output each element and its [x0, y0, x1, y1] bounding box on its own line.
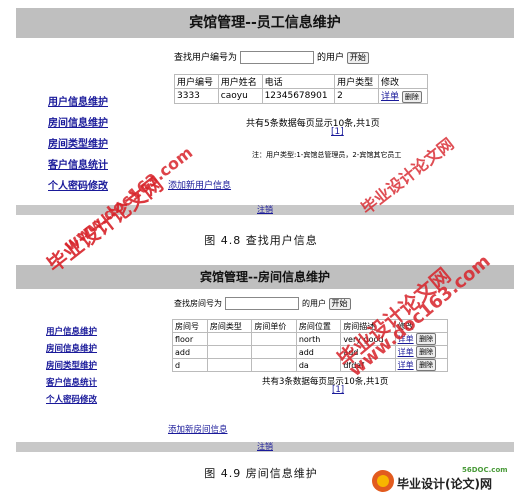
- sidebar-item-room-type[interactable]: 房间类型维护: [46, 359, 97, 371]
- col-header: 用户类型: [334, 74, 379, 89]
- detail-link[interactable]: 详单: [381, 92, 399, 102]
- delete-button[interactable]: 删除: [416, 346, 437, 358]
- cell: [251, 332, 297, 346]
- logo-text: 毕业设计(论文)网: [397, 477, 492, 491]
- cell: add: [172, 345, 208, 359]
- cell: [206, 358, 253, 372]
- sidebar-item-room-info[interactable]: 房间信息维护: [48, 114, 108, 129]
- delete-button[interactable]: 删除: [416, 359, 437, 371]
- search-button[interactable]: 开始: [346, 51, 369, 64]
- page-link[interactable]: [1]: [331, 127, 344, 137]
- sidebar-item-customer-stats[interactable]: 客户信息统计: [48, 156, 108, 171]
- table-header-row: 用户编号 用户姓名 电话 用户类型 修改: [174, 74, 429, 89]
- search-label: 查找房间号为: [174, 299, 222, 308]
- logo-url: 56DOC.com: [462, 466, 508, 474]
- sidebar-item-user-info[interactable]: 用户信息维护: [46, 325, 97, 337]
- cell: caoyu: [217, 88, 263, 104]
- sidebar: 用户信息维护 房间信息维护 房间类型维护 客户信息统计 个人密码修改: [16, 289, 148, 442]
- cell: da: [295, 358, 342, 372]
- sidebar-item-room-type[interactable]: 房间类型维护: [48, 135, 108, 150]
- table-row: 3333 caoyu 12345678901 2 详单 删除: [174, 88, 429, 104]
- main-content: 查找房间号为 的用户 开始 房间号 房间类型 房间单价 房间位置 房间描述 修改 …: [156, 289, 514, 442]
- search-input[interactable]: [240, 51, 315, 64]
- sidebar-item-password[interactable]: 个人密码修改: [46, 393, 97, 405]
- sidebar-item-customer-stats[interactable]: 客户信息统计: [46, 376, 97, 388]
- search-row: 查找房间号为 的用户 开始: [174, 297, 351, 310]
- usertype-note: 注：用户类型:1-宾馆总管理员，2-宾馆其它员工: [252, 151, 402, 159]
- user-info-screen: 宾馆管理--员工信息维护 用户信息维护 房间信息维护 房间类型维护 客户信息统计…: [16, 8, 514, 215]
- logout-link[interactable]: 注销: [16, 442, 514, 452]
- cell: [251, 345, 297, 359]
- cell: d: [172, 358, 208, 372]
- col-header: 房间类型: [206, 319, 253, 333]
- pagination-info: 共有5条数据每页显示10条,共1页: [246, 119, 380, 129]
- search-label: 查找用户编号为: [174, 53, 238, 63]
- user-table: 用户编号 用户姓名 电话 用户类型 修改 3333 caoyu 12345678…: [174, 74, 429, 104]
- sidebar-item-password[interactable]: 个人密码修改: [48, 177, 108, 192]
- detail-link[interactable]: 详单: [398, 361, 414, 370]
- logout-link[interactable]: 注销: [16, 205, 514, 215]
- search-suffix: 的用户: [317, 53, 345, 63]
- col-header: 房间号: [172, 319, 208, 333]
- main-content: 查找用户编号为 的用户 开始 用户编号 用户姓名 电话 用户类型 修改 3333 …: [156, 38, 514, 205]
- page-title: 宾馆管理--员工信息维护: [16, 8, 514, 38]
- sidebar-item-user-info[interactable]: 用户信息维护: [48, 93, 108, 108]
- logo-icon: [372, 470, 394, 492]
- cell-actions: 详单 删除: [377, 88, 429, 104]
- cell: 2: [334, 88, 379, 104]
- sidebar: 用户信息维护 房间信息维护 房间类型维护 客户信息统计 个人密码修改: [16, 38, 148, 205]
- cell: north: [295, 332, 342, 346]
- col-header: 修改: [377, 74, 429, 89]
- cell: [206, 345, 253, 359]
- table-row: d da dfdaf 详单 删除: [172, 358, 449, 372]
- col-header: 房间位置: [295, 319, 342, 333]
- page-link[interactable]: [1]: [332, 385, 344, 395]
- cell: [251, 358, 297, 372]
- sidebar-item-room-info[interactable]: 房间信息维护: [46, 342, 97, 354]
- cell-actions: 详单 删除: [394, 358, 449, 372]
- col-header: 用户姓名: [217, 74, 263, 89]
- cell: 12345678901: [261, 88, 336, 104]
- pagination-info: 共有3条数据每页显示10条,共1页: [262, 377, 389, 387]
- cell: [206, 332, 253, 346]
- add-user-link[interactable]: 添加新用户信息: [168, 178, 231, 191]
- table-row: add add add 详单 删除: [172, 345, 449, 359]
- delete-button[interactable]: 删除: [401, 90, 422, 103]
- site-logo: 56DOC.com 毕业设计(论文)网: [372, 466, 520, 494]
- col-header: 用户编号: [174, 74, 219, 89]
- cell: 3333: [174, 88, 219, 104]
- col-header: 电话: [261, 74, 336, 89]
- search-input[interactable]: [225, 297, 299, 310]
- cell: floor: [172, 332, 208, 346]
- delete-button[interactable]: 删除: [416, 333, 437, 345]
- cell-actions: 详单 删除: [394, 345, 449, 359]
- detail-link[interactable]: 详单: [398, 348, 414, 357]
- add-room-link[interactable]: 添加新房间信息: [168, 423, 228, 435]
- search-suffix: 的用户: [302, 299, 326, 308]
- search-row: 查找用户编号为 的用户 开始: [174, 50, 369, 64]
- col-header: 房间单价: [251, 319, 297, 333]
- search-button[interactable]: 开始: [328, 297, 351, 310]
